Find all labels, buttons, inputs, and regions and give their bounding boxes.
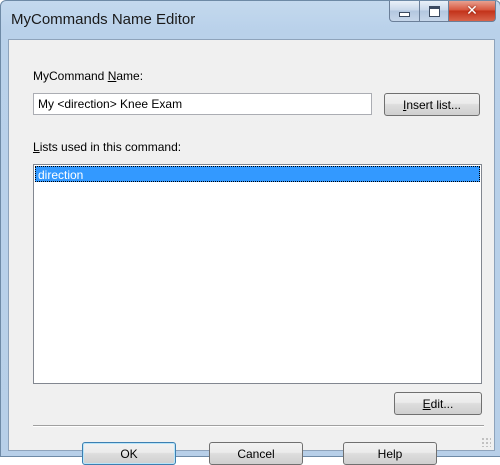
ok-button[interactable]: OK (82, 442, 176, 465)
button-label: nsert list... (406, 97, 462, 112)
dialog-window: MyCommands Name Editor ✕ MyCommand Name:… (0, 0, 500, 465)
mycommand-name-input[interactable]: My <direction> Knee Exam (33, 93, 372, 115)
help-button[interactable]: Help (343, 442, 437, 465)
minimize-button[interactable] (389, 1, 420, 22)
separator (33, 425, 484, 427)
window-title: MyCommands Name Editor (11, 11, 196, 28)
minimize-icon (399, 11, 410, 17)
insert-list-button[interactable]: Insert list... (384, 93, 480, 116)
lists-listbox[interactable]: direction (33, 164, 482, 384)
lists-used-label: Lists used in this command: (33, 140, 181, 154)
label-text: ame: (116, 69, 144, 83)
label-mnemonic: L (33, 140, 40, 154)
mycommand-name-label: MyCommand Name: (33, 69, 143, 83)
title-bar[interactable]: MyCommands Name Editor ✕ (1, 1, 500, 39)
label-text: MyCommand (33, 69, 108, 83)
edit-button[interactable]: Edit... (394, 392, 482, 415)
maximize-button[interactable] (420, 1, 449, 22)
resize-grip-icon[interactable] (481, 437, 491, 447)
maximize-icon (428, 5, 440, 17)
button-label: dit... (430, 396, 454, 411)
dialog-client-area: MyCommand Name: My <direction> Knee Exam… (8, 39, 495, 465)
list-item-direction[interactable]: direction (35, 166, 480, 182)
close-icon: ✕ (466, 3, 478, 19)
label-text: ists used in this command: (39, 140, 182, 154)
close-button[interactable]: ✕ (449, 1, 496, 22)
caption-buttons: ✕ (389, 1, 496, 23)
cancel-button[interactable]: Cancel (209, 442, 303, 465)
button-mnemonic: E (422, 396, 431, 411)
